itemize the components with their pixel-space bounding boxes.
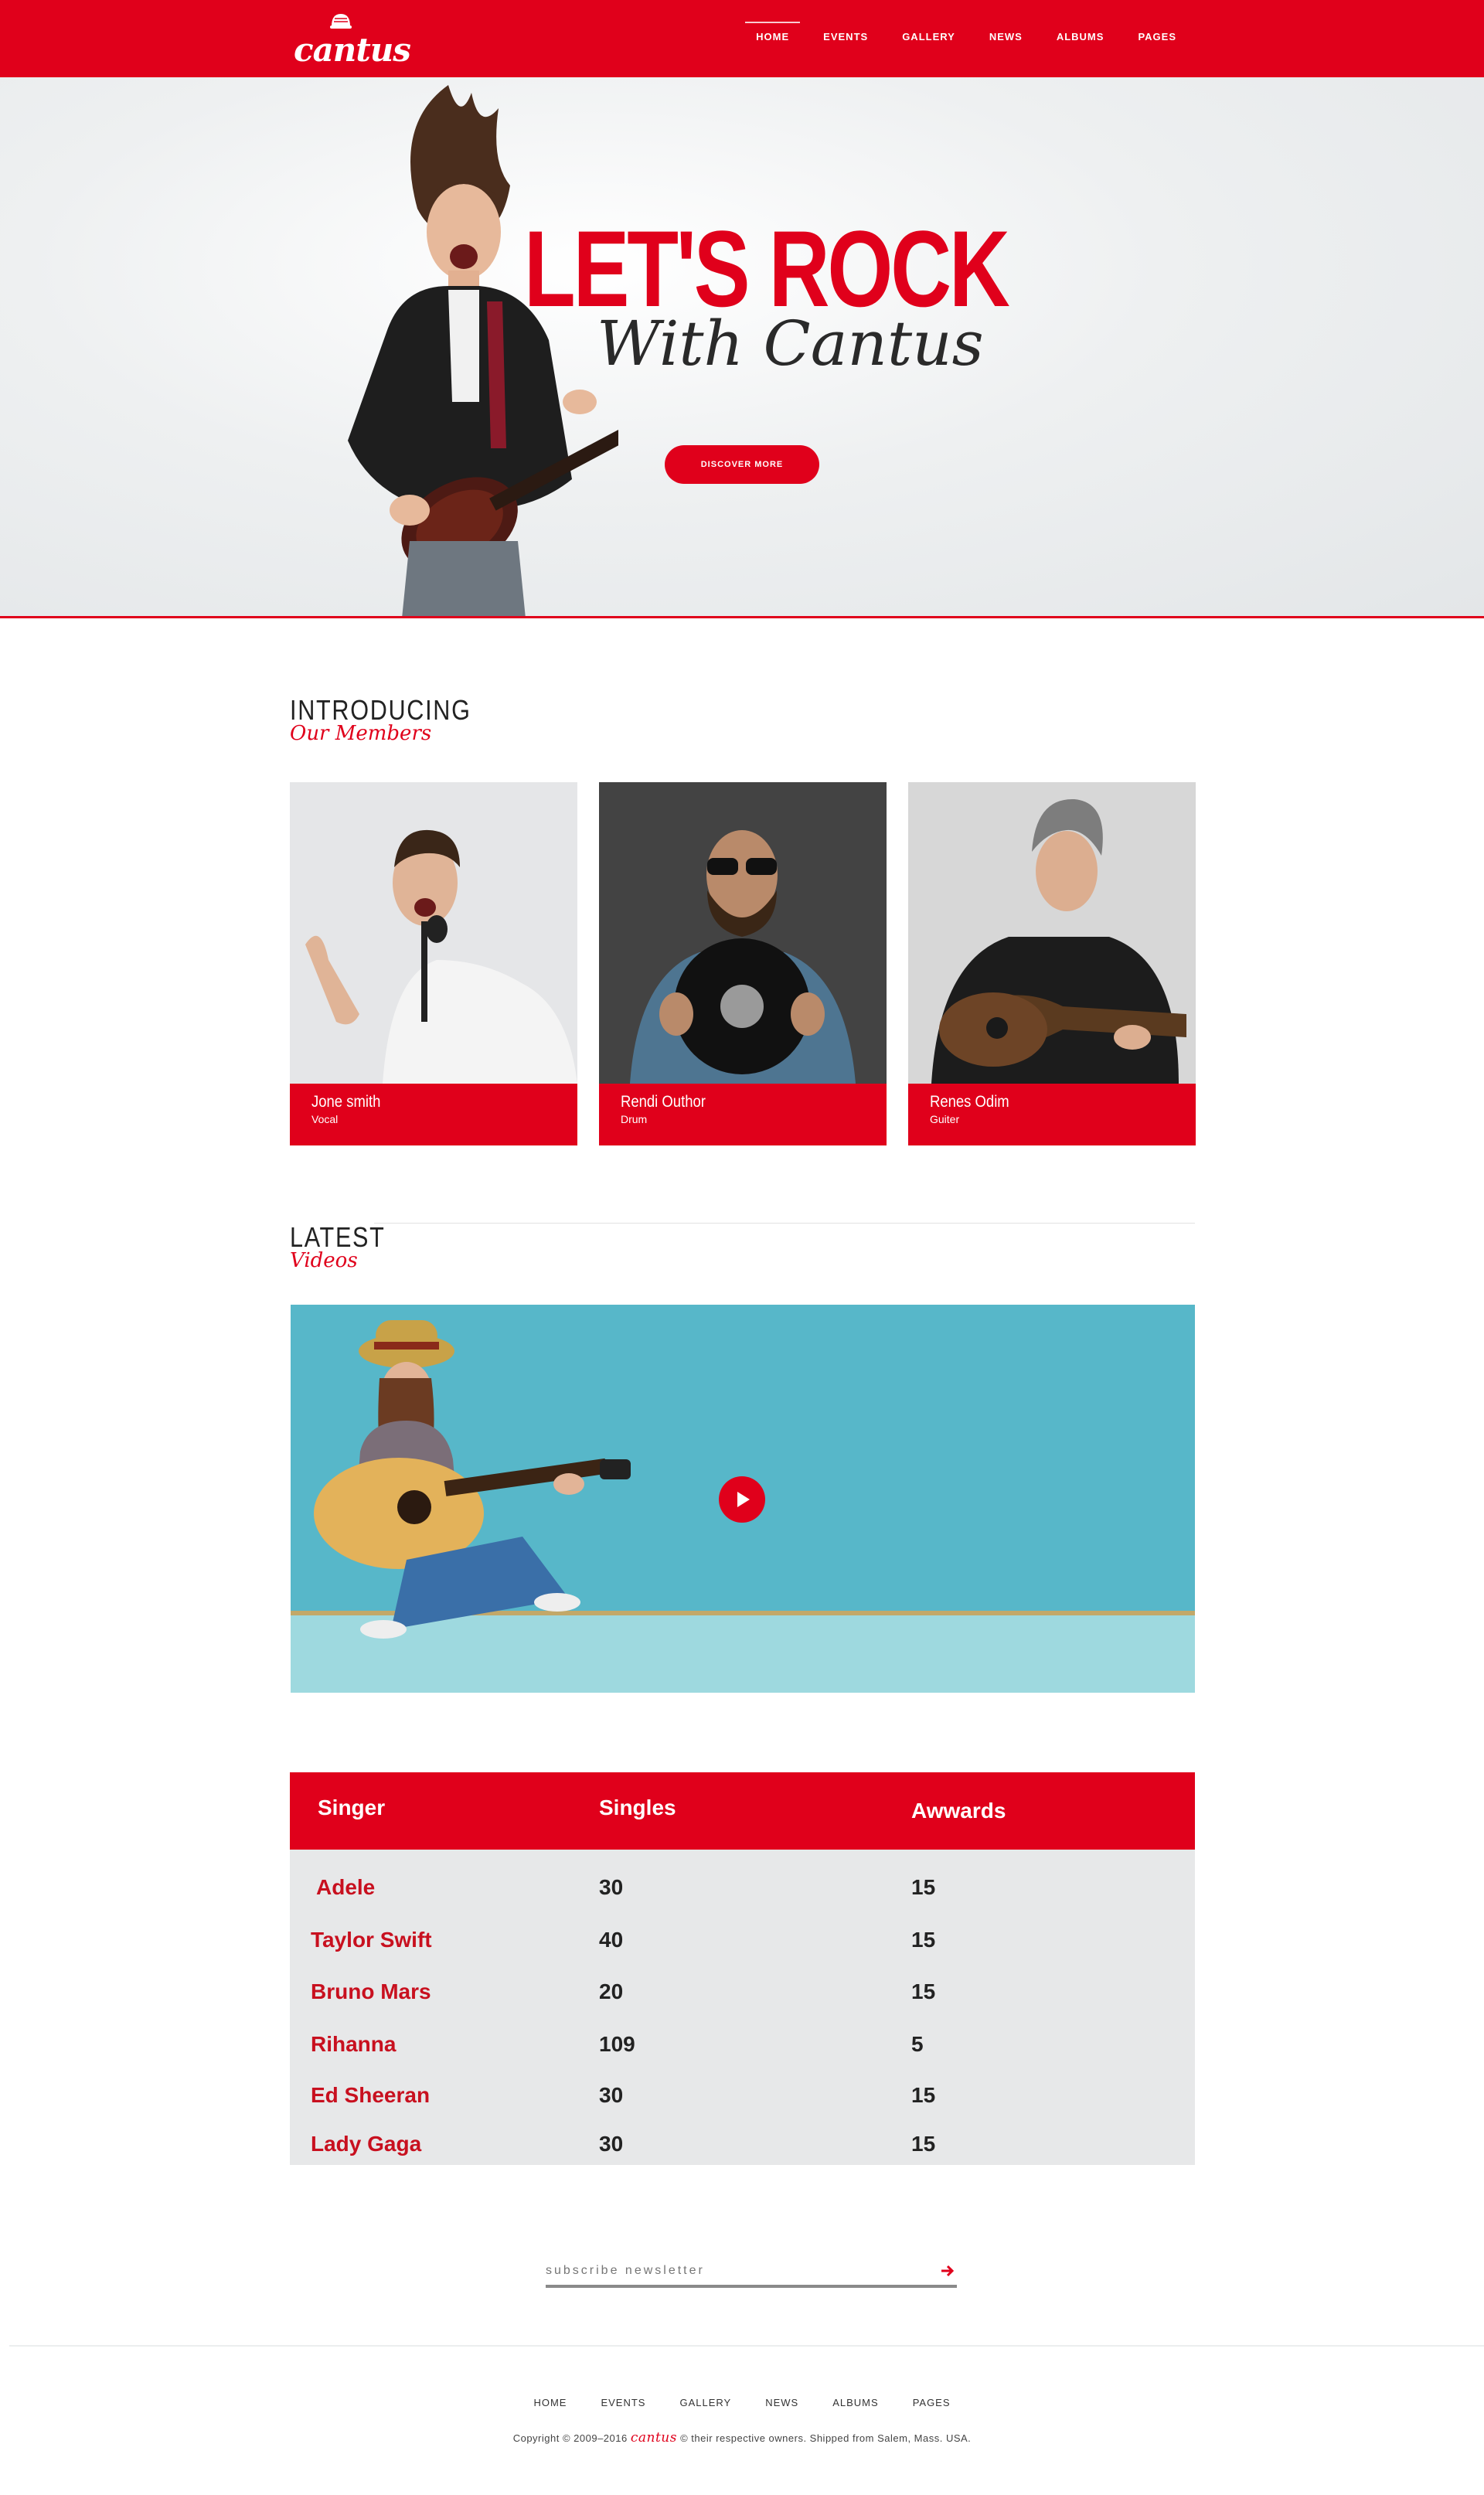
member-role: Guiter (930, 1113, 960, 1125)
table-cell-singles: 20 (599, 1979, 624, 2003)
nav-gallery[interactable]: GALLERY (885, 22, 972, 56)
table-cell-singer: Taylor Swift (311, 1928, 432, 1952)
nav-home[interactable]: HOME (739, 22, 806, 56)
member-caption: Jone smith Vocal (290, 1084, 577, 1145)
logo[interactable]: cantus (294, 11, 411, 70)
newsletter-email-input[interactable] (546, 2257, 917, 2285)
copyright-suffix: © their respective owners. Shipped from … (680, 2432, 972, 2444)
footer-nav-gallery[interactable]: GALLERY (662, 2397, 748, 2408)
rock-guitarist-image (348, 85, 618, 618)
site-header: cantus HOME EVENTS GALLERY NEWS ALBUMS P… (0, 0, 1484, 77)
newsletter-form (546, 2257, 957, 2288)
member-photo (908, 782, 1196, 1084)
table-cell-singer: Adele (316, 1875, 376, 1899)
table-cell-singles: 30 (599, 2132, 624, 2156)
arrow-right-icon[interactable] (938, 2262, 957, 2280)
header-awards: Awwards (911, 1799, 1006, 1823)
play-button[interactable] (719, 1476, 765, 1523)
discover-more-button[interactable]: DISCOVER MORE (665, 445, 819, 484)
nav-pages[interactable]: PAGES (1121, 22, 1193, 56)
member-role: Drum (621, 1113, 648, 1125)
table-cell-singer: Bruno Mars (311, 1979, 431, 2003)
hero-divider (0, 616, 1484, 618)
copyright: Copyright © 2009–2016 cantus © their res… (0, 2430, 1484, 2446)
nav-news[interactable]: NEWS (972, 22, 1040, 56)
nav-albums[interactable]: ALBUMS (1040, 22, 1122, 56)
table-cell-singer: Lady Gaga (311, 2132, 422, 2156)
table-cell-awards: 15 (911, 2083, 936, 2107)
table-cell-singles: 40 (599, 1928, 624, 1952)
member-photo (599, 782, 887, 1084)
header-singer: Singer (318, 1796, 386, 1819)
nav-events[interactable]: EVENTS (806, 22, 885, 56)
copyright-brand: cantus (630, 2430, 677, 2446)
footer-nav-pages[interactable]: PAGES (896, 2397, 968, 2408)
singers-table: Singer Singles Awwards Adele 30 15 Taylo… (290, 1772, 1195, 2165)
microphone-icon (330, 14, 352, 29)
member-photo (290, 782, 577, 1084)
table-cell-awards: 15 (911, 1979, 936, 2003)
footer-divider (9, 2345, 1484, 2347)
member-card[interactable]: Renes Odim Guiter (908, 782, 1196, 1145)
hero-subtitle: With Cantus (597, 308, 984, 380)
members-subtitle: Our Members (290, 722, 432, 745)
footer-nav: HOME EVENTS GALLERY NEWS ALBUMS PAGES (0, 2397, 1484, 2408)
member-name: Renes Odim (930, 1093, 1009, 1111)
member-caption: Rendi Outhor Drum (599, 1084, 887, 1145)
table-cell-awards: 15 (911, 1875, 936, 1899)
member-card[interactable]: Rendi Outhor Drum (599, 782, 887, 1145)
member-card[interactable]: Jone smith Vocal (290, 782, 577, 1145)
table-cell-singles: 30 (599, 1875, 624, 1899)
member-role: Vocal (311, 1113, 339, 1125)
footer-nav-events[interactable]: EVENTS (584, 2397, 662, 2408)
table-header: Singer Singles Awwards (290, 1772, 1195, 1850)
footer-nav-albums[interactable]: ALBUMS (815, 2397, 895, 2408)
main-nav: HOME EVENTS GALLERY NEWS ALBUMS PAGES (739, 22, 1193, 56)
table-cell-awards: 15 (911, 1928, 936, 1952)
copyright-prefix: Copyright © 2009–2016 (512, 2432, 628, 2444)
logo-text: cantus (294, 31, 411, 69)
videos-subtitle: Videos (290, 1249, 358, 1272)
member-caption: Renes Odim Guiter (908, 1084, 1196, 1145)
table-cell-singles: 109 (599, 2032, 635, 2056)
footer-nav-home[interactable]: HOME (516, 2397, 584, 2408)
table-cell-singles: 30 (599, 2083, 624, 2107)
hero-title: LET'S ROCK (524, 208, 1010, 329)
header-singles: Singles (599, 1796, 676, 1819)
table-cell-singer: Rihanna (311, 2032, 397, 2056)
member-name: Jone smith (311, 1093, 381, 1111)
table-cell-awards: 15 (911, 2132, 936, 2156)
table-cell-awards: 5 (911, 2032, 924, 2056)
table-cell-singer: Ed Sheeran (311, 2083, 431, 2107)
section-divider (374, 1223, 1195, 1224)
member-name: Rendi Outhor (621, 1093, 706, 1111)
footer-nav-news[interactable]: NEWS (748, 2397, 815, 2408)
